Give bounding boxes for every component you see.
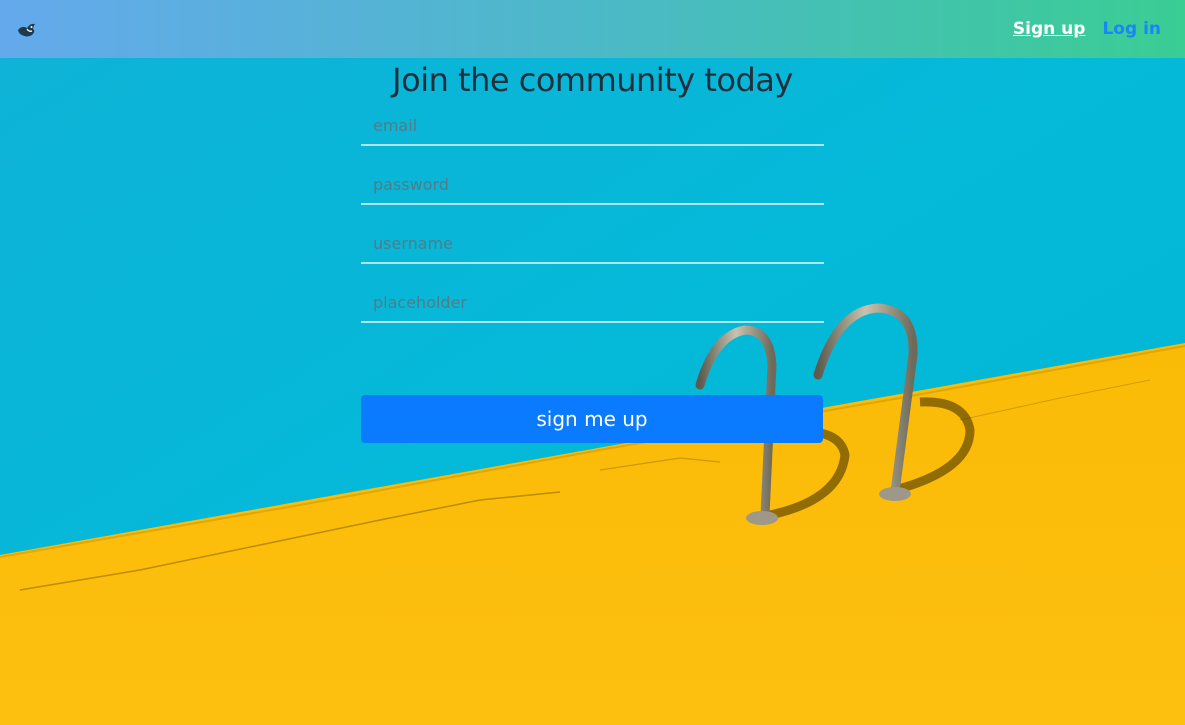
navbar: Sign up Log in [0,0,1185,58]
nav-login-link[interactable]: Log in [1102,19,1161,39]
nav-signup-link[interactable]: Sign up [1013,19,1086,39]
placeholder-field[interactable] [361,283,824,323]
signup-form: Join the community today sign me up [361,58,824,443]
username-field-wrapper [361,205,824,264]
page: Sign up Log in Join the community today … [0,0,1185,725]
bird-logo-icon[interactable] [16,19,38,41]
password-field[interactable] [361,165,824,205]
username-field[interactable] [361,224,824,264]
placeholder-field-wrapper [361,264,824,323]
nav-links: Sign up Log in [1013,0,1161,58]
sign-me-up-button[interactable]: sign me up [361,395,823,443]
email-field[interactable] [361,106,824,146]
page-title: Join the community today [392,61,793,99]
password-field-wrapper [361,146,824,205]
email-field-wrapper [361,106,824,146]
